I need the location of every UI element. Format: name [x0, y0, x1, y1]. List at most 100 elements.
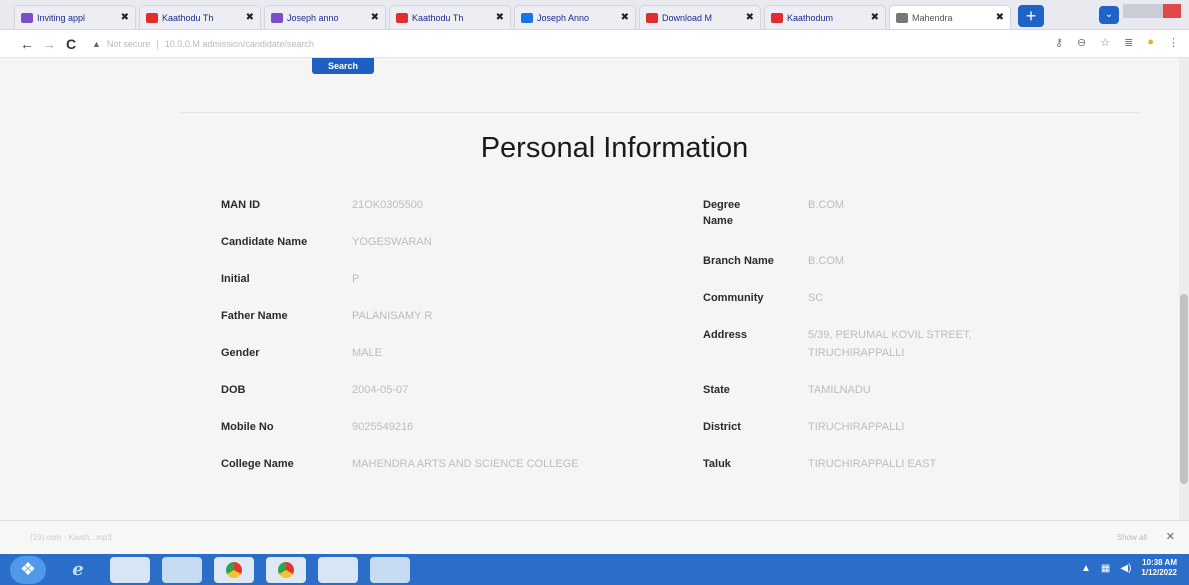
browser-tab-active[interactable]: Mahendra ✖: [889, 5, 1011, 29]
value-mobile-no: 9025549216: [352, 421, 414, 433]
reading-icon[interactable]: ≣: [1124, 36, 1133, 49]
file-explorer-icon[interactable]: [110, 556, 150, 583]
media-player-icon[interactable]: [162, 556, 202, 583]
close-icon[interactable]: ✖: [996, 12, 1004, 23]
url-text: 10.0.0.M admission/candidate/search: [164, 38, 314, 49]
label-gender: Gender: [221, 347, 260, 359]
page-scrollbar[interactable]: [1179, 58, 1189, 520]
download-item[interactable]: (19).com - Kaath...mp3: [30, 533, 112, 542]
favicon-icon: [896, 12, 908, 23]
value-state: TAMILNADU: [808, 384, 871, 396]
browser-tab[interactable]: Inviting appl ✖: [14, 5, 136, 29]
chrome-icon[interactable]: [214, 556, 254, 583]
value-candidate-name: YOGESWARAN: [352, 236, 432, 248]
tab-search-button[interactable]: ⌄: [1099, 6, 1119, 24]
app-icon[interactable]: [370, 556, 410, 583]
browser-toolbar: ← → C ▲ Not secure | 10.0.0.M admission/…: [0, 30, 1189, 58]
menu-icon[interactable]: ⋮: [1168, 36, 1179, 49]
close-icon[interactable]: ✖: [871, 12, 879, 23]
value-branch-name: B.COM: [808, 255, 845, 267]
label-dob: DOB: [221, 384, 246, 396]
chrome-icon[interactable]: [266, 556, 306, 583]
label-man-id: MAN ID: [221, 199, 261, 211]
network-icon[interactable]: ▦: [1101, 563, 1110, 574]
clock-time: 10:38 AM: [1142, 558, 1177, 567]
browser-tab[interactable]: Kaathodu Th ✖: [389, 5, 511, 29]
back-button[interactable]: ←: [16, 36, 38, 52]
youtube-icon: [396, 12, 408, 23]
start-button[interactable]: ❖: [10, 555, 46, 584]
browser-tab[interactable]: Kaathodu Th ✖: [139, 5, 261, 29]
tab-label: Kaathodu Th: [162, 12, 214, 23]
zoom-icon[interactable]: ⊖: [1077, 36, 1086, 49]
toolbar-icons: ⚷ ⊖ ☆ ≣ ● ⋮: [1055, 36, 1179, 49]
favicon-icon: [21, 12, 33, 23]
close-icon[interactable]: ✖: [621, 12, 629, 23]
chevron-down-icon: ⌄: [1104, 9, 1114, 20]
label-district: District: [703, 421, 741, 433]
facebook-icon: [521, 12, 533, 23]
key-icon[interactable]: ⚷: [1055, 36, 1063, 49]
value-dob: 2004-05-07: [352, 384, 409, 396]
value-initial: P: [352, 273, 360, 285]
warning-icon[interactable]: ▲: [92, 39, 101, 49]
value-district: TIRUCHIRAPPALLI: [808, 421, 905, 433]
label-degree-name: Degree Name: [703, 199, 741, 227]
downloads-bar: (19).com - Kaath...mp3 Show all ✕: [0, 520, 1189, 554]
internet-explorer-icon[interactable]: e: [58, 557, 98, 583]
tab-label: Kaathodum: [787, 12, 834, 23]
value-gender: MALE: [352, 347, 382, 359]
close-icon[interactable]: ✖: [246, 12, 254, 23]
close-icon[interactable]: ✖: [121, 12, 129, 23]
window-controls[interactable]: [1123, 4, 1181, 18]
clock-date: 1/12/2022: [1141, 568, 1177, 577]
app-icon[interactable]: [318, 556, 358, 583]
new-tab-button[interactable]: +: [1018, 5, 1044, 27]
browser-tab[interactable]: Download M ✖: [639, 5, 761, 29]
label-state: State: [703, 384, 730, 396]
system-tray: ▲ ▦ ◀) 10:38 AM 1/12/2022: [1081, 558, 1177, 578]
tab-label: Joseph Anno: [537, 12, 590, 23]
browser-tab-strip: Inviting appl ✖ Kaathodu Th ✖ Joseph anno ✖…: [0, 0, 1189, 30]
label-college-name: College Name: [221, 458, 294, 470]
tab-label: Kaathodu Th: [412, 12, 464, 23]
close-icon[interactable]: ✖: [746, 12, 754, 23]
browser-tab[interactable]: Joseph Anno ✖: [514, 5, 636, 29]
scrollbar-thumb[interactable]: [1180, 294, 1188, 484]
extension-icon[interactable]: ●: [1147, 36, 1154, 49]
clock[interactable]: 10:38 AM 1/12/2022: [1141, 558, 1177, 578]
label-branch-name: Branch Name: [703, 255, 774, 267]
label-taluk: Taluk: [703, 458, 731, 470]
close-icon[interactable]: ✖: [496, 12, 504, 23]
close-icon[interactable]: ✖: [371, 12, 379, 23]
label-community: Community: [703, 292, 764, 304]
taskbar: ❖ e ▲ ▦ ◀) 10:38 AM 1/12/2022: [0, 554, 1189, 585]
chevron-up-icon[interactable]: ▲: [1081, 563, 1091, 574]
page-content: Search Personal Information MAN ID 21OK0…: [0, 58, 1189, 520]
security-label: Not secure: [106, 38, 151, 49]
label-address: Address: [703, 329, 748, 341]
star-icon[interactable]: ☆: [1100, 36, 1110, 49]
value-taluk: TIRUCHIRAPPALLI EAST: [808, 458, 937, 470]
forward-button[interactable]: →: [38, 36, 60, 52]
reload-button[interactable]: C: [60, 36, 82, 52]
youtube-icon: [146, 12, 158, 23]
search-button[interactable]: Search: [312, 58, 374, 74]
value-father-name: PALANISAMY R: [352, 310, 433, 322]
close-icon[interactable]: ✕: [1166, 530, 1175, 543]
show-all-link[interactable]: Show all: [1117, 533, 1147, 542]
address-bar[interactable]: ▲ Not secure | 10.0.0.M admission/candid…: [92, 39, 314, 49]
favicon-icon: [771, 12, 783, 23]
tab-label: Joseph anno: [287, 12, 339, 23]
browser-tab[interactable]: Kaathodum ✖: [764, 5, 886, 29]
value-community: SC: [808, 292, 824, 304]
browser-tab[interactable]: Joseph anno ✖: [264, 5, 386, 29]
label-initial: Initial: [221, 273, 250, 285]
label-mobile-no: Mobile No: [221, 421, 274, 433]
label-father-name: Father Name: [221, 310, 288, 322]
page-title: Personal Information: [480, 132, 749, 164]
volume-icon[interactable]: ◀): [1120, 563, 1131, 574]
windows-logo-icon: ❖: [19, 559, 37, 579]
favicon-icon: [271, 12, 283, 23]
divider: [180, 112, 1140, 113]
